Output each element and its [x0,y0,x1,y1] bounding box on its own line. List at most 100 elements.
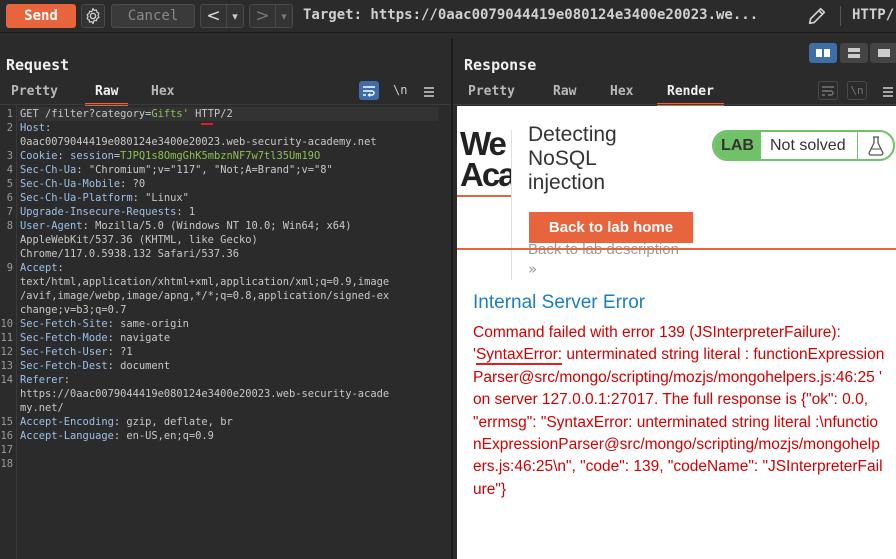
code-token: : "Chromium";v="117", "Not;A=Brand";v="8… [76,164,333,176]
line-number: 4 [6,164,13,176]
line-code: https://0aac0079044419e080124e3400e20023… [20,387,389,401]
response-wrap-toggle[interactable] [818,81,838,100]
forward-dropdown-icon[interactable]: ▾ [276,5,292,27]
code-token: : document [107,360,171,372]
code-token: Sec-Fetch-Mode [20,332,108,344]
tab-response-raw[interactable]: Raw [553,80,576,102]
tab-response-render[interactable]: Render [657,80,724,106]
line-number: 15 [0,416,13,428]
tab-request-hex[interactable]: Hex [151,80,174,102]
line-code: change;v=b3;q=0.7 [20,303,126,317]
toolbar-divider [840,6,841,26]
badge-divider [857,132,858,159]
layout-stacked-button[interactable] [840,43,868,63]
line-code: Sec-Fetch-Mode: navigate [20,331,170,345]
line-number: 13 [0,360,13,372]
line-code: Sec-Fetch-User: ?1 [20,345,133,359]
http-version-label[interactable]: HTTP/ [852,7,894,23]
code-token: HTTP/2 [188,108,233,120]
cancel-button[interactable]: Cancel [111,4,195,28]
request-menu-button[interactable] [423,83,435,102]
forward-arrow-button[interactable]: > [250,5,276,27]
code-token: : [57,150,71,162]
code-token: : navigate [107,332,171,344]
send-button[interactable]: Send [6,4,76,28]
code-token: : gzip, deflate, br [113,416,233,428]
line-number: 8 [6,220,13,232]
tab-request-raw[interactable]: Raw [84,80,130,106]
code-token: Gifts' [151,108,189,120]
header-rule [457,248,896,250]
code-token: : [57,262,64,274]
line-number: 17 [0,444,13,456]
code-token: session [70,150,114,162]
code-token: GET /filter?category= [20,108,152,120]
error-highlight: SyntaxError: [475,346,563,364]
code-token: Sec-Fetch-Dest [20,360,108,372]
tab-request-pretty[interactable]: Pretty [11,80,58,102]
code-token: Sec-Ch-Ua-Platform [20,192,133,204]
code-token: https://0aac0079044419e080124e3400e20023… [20,388,390,400]
code-token: my.net/ [20,402,64,414]
hamburger-icon [424,87,434,97]
code-token: Sec-Ch-Ua [20,164,77,176]
line-number: 9 [6,262,13,274]
back-to-lab-home-button[interactable]: Back to lab home [529,212,693,243]
layout-side-by-side-button[interactable] [809,43,837,63]
error-message-suffix: unterminated string literal : functionEx… [473,346,885,498]
code-token: : ?0 [120,178,146,190]
code-token: : [45,122,52,134]
code-token: : en-US,en;q=0.9 [113,430,214,442]
line-code: Accept-Language: en-US,en;q=0.9 [20,429,214,443]
code-token: : "Linux" [132,192,189,204]
response-title: Response [464,56,537,74]
code-token: Cookie [20,150,58,162]
response-menu-button[interactable] [882,83,894,102]
code-token: Accept [20,262,58,274]
header-separator [511,130,512,280]
code-token: Chrome/117.0.5938.132 Safari/537.36 [20,248,239,260]
line-code: Cookie: session=TJPQ1s8OmgGhK5mbznNF7w7t… [20,149,320,163]
lab-label: LAB [714,132,761,159]
line-number: 2 [6,122,13,134]
gear-icon [86,7,100,25]
columns-icon [816,49,830,57]
line-code: Sec-Fetch-Site: same-origin [20,317,189,331]
chevron-right-icon: » [528,260,538,278]
tab-response-hex[interactable]: Hex [610,80,633,102]
code-token: /avif,image/webp,image/apng,*/*;q=0.8,ap… [20,290,390,302]
line-number: 11 [0,332,13,344]
request-editor[interactable]: 1 GET /filter?category=Gifts' HTTP/2 2 Host… [0,106,451,559]
target-url: Target: https://0aac0079044419e080124e34… [303,7,759,23]
response-newline-toggle[interactable]: \n [847,81,867,100]
wrap-icon [363,85,375,97]
rows-icon [848,48,860,58]
tab-response-pretty[interactable]: Pretty [468,80,515,102]
academy-logo: We Aca [460,128,512,198]
lab-title: Detecting NoSQL injection [528,123,617,194]
code-token: Sec-Fetch-Site [20,318,108,330]
back-arrow-button[interactable]: < [201,5,227,27]
code-token: Upgrade-Insecure-Requests [20,206,177,218]
line-code: Sec-Fetch-Dest: document [20,359,170,373]
wrap-lines-toggle[interactable] [359,81,379,100]
code-token: : [63,374,71,386]
back-dropdown-icon[interactable]: ▾ [227,5,243,27]
flask-icon [868,136,884,156]
injection-marker [201,123,213,125]
logo-underline [457,195,512,197]
layout-single-button[interactable] [870,43,896,63]
panel-divider[interactable] [451,38,453,559]
edit-target-button[interactable] [806,5,830,27]
settings-button[interactable] [81,4,105,28]
line-code: GET /filter?category=Gifts' HTTP/2 [20,107,233,121]
line-code: /avif,image/webp,image/apng,*/*;q=0.8,ap… [20,289,389,303]
logo-line-2: Aca [460,156,512,193]
newline-toggle[interactable]: \n [393,83,407,97]
back-history-control: < ▾ [200,4,244,28]
code-token: : 1 [176,206,196,218]
logo-line-1: We [460,128,507,162]
line-number: 12 [0,346,13,358]
code-token: : Mozilla/5.0 (Windows NT 10.0; Win64; x… [82,220,352,232]
line-number: 1 [6,108,13,120]
